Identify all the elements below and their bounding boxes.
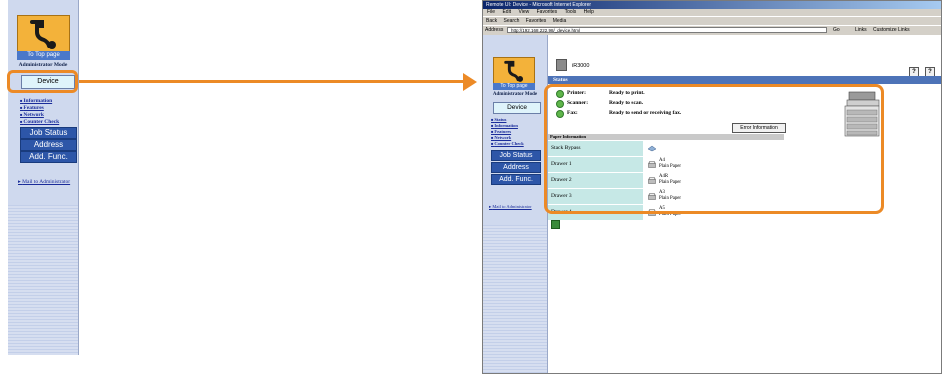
add-func-button[interactable]: Add. Func.	[20, 151, 77, 163]
browser-toolbar: Back Search Favorites Media	[483, 16, 941, 25]
back-button[interactable]: Back	[486, 18, 497, 24]
refresh-icon[interactable]	[551, 220, 560, 229]
sidebar-background	[8, 205, 78, 355]
favorites-button[interactable]: Favorites	[526, 18, 547, 24]
menu-tools[interactable]: Tools	[565, 9, 577, 15]
left-sidebar-zoom: To Top page Administrator Mode Device In…	[8, 0, 79, 355]
links-button[interactable]: Links	[855, 26, 867, 35]
menu-bar: File Edit View Favorites Tools Help	[483, 9, 941, 16]
device-button[interactable]: Device	[493, 102, 541, 114]
device-model: iR3000	[572, 63, 590, 69]
admin-mode-label: Administrator Mode	[492, 92, 538, 97]
window-title: Remote UI: Device - Microsoft Internet E…	[486, 2, 592, 8]
mail-to-admin-label: Mail to Administrator	[492, 204, 532, 209]
go-button[interactable]: Go	[833, 26, 840, 35]
menu-favorites[interactable]: Favorites	[537, 9, 558, 15]
page-sidebar: To Top page Administrator Mode Device St…	[483, 35, 548, 373]
to-top-page-button[interactable]: To Top page	[17, 51, 70, 60]
admin-mode-label: Administrator Mode	[18, 62, 68, 68]
product-logo-icon[interactable]	[493, 57, 535, 85]
callout-arrow-line	[79, 80, 465, 83]
address-button[interactable]: Address	[20, 139, 77, 151]
customize-links-button[interactable]: Customize Links	[873, 26, 910, 35]
status-highlight-frame	[544, 84, 884, 214]
sidebar-link-counter-check[interactable]: Counter Check	[491, 141, 523, 146]
sidebar-link-network[interactable]: Network	[20, 112, 43, 118]
menu-help[interactable]: Help	[584, 9, 594, 15]
status-header: Status	[548, 76, 941, 84]
address-label: Address	[485, 27, 504, 33]
sidebar-link-counter-check[interactable]: Counter Check	[20, 119, 59, 125]
sidebar-link-status[interactable]: Status	[491, 117, 506, 122]
add-func-button[interactable]: Add. Func.	[491, 174, 541, 185]
job-status-button[interactable]: Job Status	[491, 150, 541, 161]
to-top-page-button[interactable]: To Top page	[493, 83, 535, 90]
page-header: iR3000 ? ?	[548, 45, 941, 77]
sidebar-link-network[interactable]: Network	[491, 135, 511, 140]
mail-to-admin-label: Mail to Administrator	[22, 179, 71, 185]
menu-file[interactable]: File	[487, 9, 495, 15]
window-titlebar: Remote UI: Device - Microsoft Internet E…	[483, 1, 941, 9]
mail-to-admin-link[interactable]: ▸ Mail to Administrator	[18, 179, 70, 186]
menu-edit[interactable]: Edit	[502, 9, 511, 15]
callout-arrow-head-icon	[463, 73, 477, 91]
product-logo-icon[interactable]	[17, 15, 70, 53]
address-input[interactable]: http://192.168.222.98/_device.html	[507, 27, 827, 33]
sidebar-link-features[interactable]: Features	[491, 129, 511, 134]
job-status-button[interactable]: Job Status	[20, 127, 77, 139]
sidebar-link-features[interactable]: Features	[20, 105, 43, 111]
search-button[interactable]: Search	[504, 18, 520, 24]
sidebar-link-information[interactable]: Information	[491, 123, 518, 128]
media-button[interactable]: Media	[553, 18, 567, 24]
sidebar-link-information[interactable]: Information	[20, 98, 52, 104]
printer-icon	[556, 59, 567, 71]
device-highlight-frame	[7, 70, 78, 93]
mail-to-admin-link[interactable]: ▸ Mail to Administrator	[489, 204, 532, 210]
menu-view[interactable]: View	[518, 9, 529, 15]
address-button[interactable]: Address	[491, 162, 541, 173]
sidebar-background	[483, 225, 547, 373]
